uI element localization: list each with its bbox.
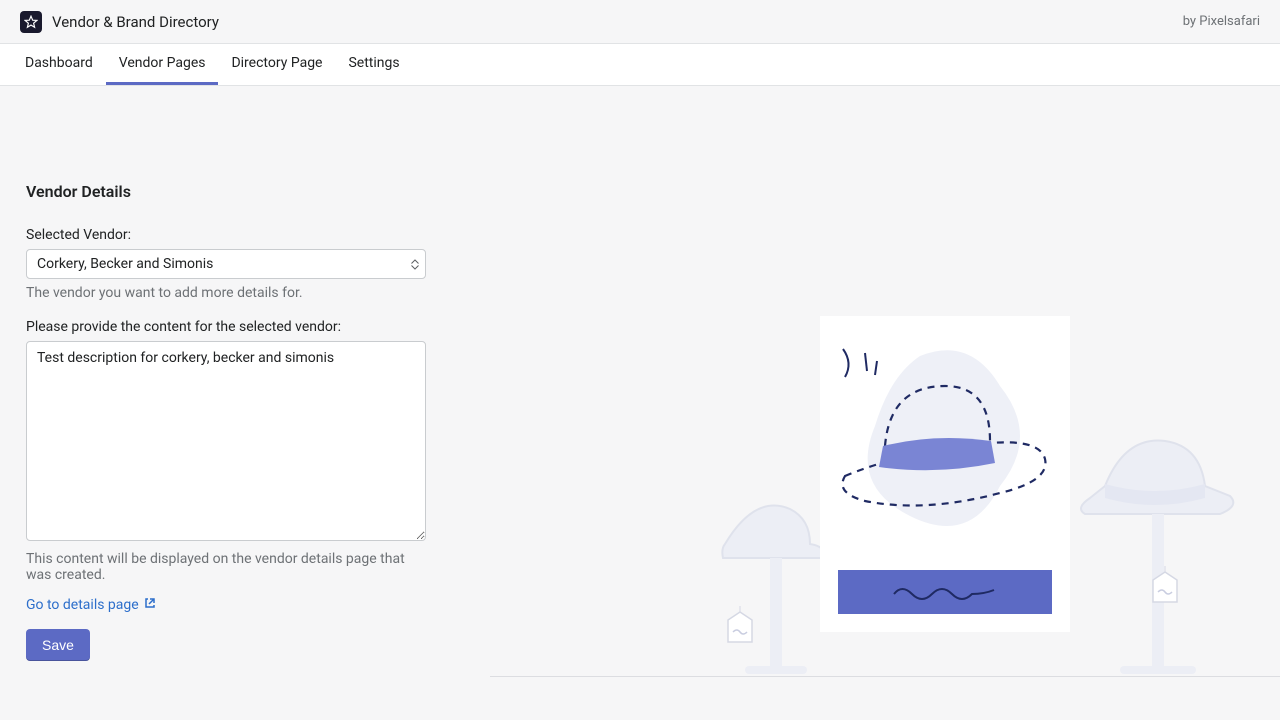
tab-settings[interactable]: Settings <box>335 44 412 85</box>
app-title: Vendor & Brand Directory <box>52 13 219 31</box>
illustration <box>430 216 1280 676</box>
tab-label: Vendor Pages <box>119 55 206 71</box>
app-byline: by Pixelsafari <box>1183 14 1260 29</box>
vendor-select-label: Selected Vendor: <box>26 227 430 243</box>
vendor-select-help: The vendor you want to add more details … <box>26 285 430 301</box>
tab-dashboard[interactable]: Dashboard <box>12 44 106 85</box>
vendor-select-wrap: Corkery, Becker and Simonis <box>26 249 430 279</box>
tab-label: Settings <box>348 55 399 71</box>
illustration-right-hat-icon <box>1070 426 1250 676</box>
section-title: Vendor Details <box>26 182 430 201</box>
content-textarea-help: This content will be displayed on the ve… <box>26 551 430 583</box>
vendor-select-value: Corkery, Becker and Simonis <box>37 256 213 272</box>
main-content: Vendor Details Selected Vendor: Corkery,… <box>0 86 1280 661</box>
illustration-price-tag-icon <box>1150 566 1180 604</box>
illustration-area <box>430 86 1280 661</box>
tab-label: Directory Page <box>231 55 322 71</box>
top-tab-nav: Dashboard Vendor Pages Directory Page Se… <box>0 44 1280 86</box>
app-header: Vendor & Brand Directory by Pixelsafari <box>0 0 1280 44</box>
details-link-text: Go to details page <box>26 597 139 613</box>
illustration-card <box>820 316 1070 632</box>
vendor-form: Vendor Details Selected Vendor: Corkery,… <box>0 86 430 661</box>
app-header-left: Vendor & Brand Directory <box>20 11 219 33</box>
tab-vendor-pages[interactable]: Vendor Pages <box>106 44 219 85</box>
app-logo-icon <box>20 11 42 33</box>
tab-label: Dashboard <box>25 55 93 71</box>
details-link-row: Go to details page <box>26 597 430 613</box>
save-button[interactable]: Save <box>26 629 90 661</box>
illustration-card-footer <box>838 570 1052 614</box>
illustration-ground-line <box>490 676 1280 677</box>
save-button-label: Save <box>42 637 74 653</box>
external-link-icon <box>144 597 156 613</box>
tab-directory-page[interactable]: Directory Page <box>218 44 335 85</box>
illustration-left-hat-icon <box>715 474 835 676</box>
illustration-dashed-hat-icon <box>825 341 1055 541</box>
vendor-select[interactable]: Corkery, Becker and Simonis <box>26 249 426 279</box>
illustration-price-tag-icon <box>725 606 755 644</box>
content-textarea-label: Please provide the content for the selec… <box>26 319 430 335</box>
content-textarea[interactable] <box>26 341 426 541</box>
go-to-details-link[interactable]: Go to details page <box>26 597 156 613</box>
